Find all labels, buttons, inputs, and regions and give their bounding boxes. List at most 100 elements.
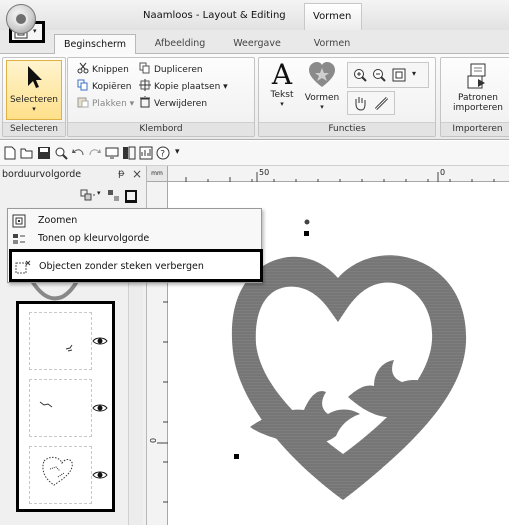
menu-item-zoom[interactable]: Zoomen [8,212,261,230]
stitch-chart-icon[interactable] [139,146,153,160]
print-preview-icon[interactable] [54,146,68,160]
rotate-handle[interactable] [304,219,310,225]
shapes-button[interactable]: Vormen ▾ [302,60,342,120]
zoom-dropdown-chevron-icon[interactable]: ▾ [412,69,416,78]
context-tab-group: Vormen [304,3,362,30]
text-label: Tekst [270,90,294,100]
monitor-icon[interactable] [105,146,119,160]
app-menu-icon[interactable] [6,4,36,34]
list-item[interactable] [29,379,92,437]
zoom-buttons: ▾ [347,62,429,88]
import-group: Patronen importeren Importeren [440,57,509,137]
hide-objects-icon [15,260,31,274]
arrow-cursor-icon [28,66,42,88]
ruler-unit: mm [147,166,168,182]
import-label-line1: Patronen [457,93,499,103]
thumbnail-image [42,456,73,486]
ribbon-tabs: Beginscherm Afbeelding Weergave Vormen [0,30,509,55]
list-item[interactable] [29,446,92,504]
hand-icon[interactable] [353,96,367,111]
qat-customize-chevron-icon[interactable]: ▾ [175,147,180,157]
zoom-icon [12,214,26,228]
delete-button[interactable]: Verwijderen [139,96,207,112]
tab-vormen[interactable]: Vormen [302,34,362,55]
clipboard-group: Knippen Kopiëren Plakken ▾ Dupliceren Ko… [67,57,255,137]
select-button[interactable]: Selecteren ▾ [6,60,62,120]
svg-text:?: ? [160,150,165,160]
cut-label: Knippen [92,65,129,75]
ruler-label-50: 50 [259,168,270,177]
close-icon[interactable]: × [132,167,142,181]
chevron-down-icon: ▾ [32,105,36,113]
color-order-icon [13,234,25,244]
select-group-label: Selecteren [3,122,65,136]
color-order-icon[interactable] [107,189,121,203]
zoom-fit-icon[interactable] [392,68,408,82]
pin-icon[interactable]: ᵽ [118,168,125,179]
menu-item-color-order[interactable]: Tonen op kleurvolgorde [8,230,261,248]
help-icon[interactable]: ? [156,146,170,160]
copy-place-label: Kopie plaatsen [154,82,221,92]
letter-a-icon: A [271,58,293,91]
frame-icon[interactable] [124,189,138,203]
text-button[interactable]: A Tekst ▾ [264,60,300,120]
quick-access-toolbar: ? ▾ [0,141,509,166]
selection-handle[interactable] [304,231,309,236]
import-patterns-button[interactable]: Patronen importeren [443,60,509,120]
menu-item-hide-unstitched[interactable]: Objecten zonder steken verbergen [9,249,263,282]
paste-button[interactable]: Plakken ▾ [77,96,134,112]
select-group: Selecteren ▾ Selecteren [2,57,66,137]
thumbnail-image [39,401,53,408]
horizontal-ruler-ticks [185,172,495,182]
tab-beginscherm[interactable]: Beginscherm [54,34,136,55]
eye-icon[interactable] [92,403,108,413]
tab-weergave[interactable]: Weergave [222,34,292,55]
ruler-measure-icon[interactable] [374,96,390,111]
zoom-out-icon[interactable] [372,68,386,82]
clipboard-group-label: Klembord [68,122,254,136]
thumbnail-image [65,344,73,352]
title-bar: Naamloos - Layout & Editing Vormen [0,0,509,34]
thumbnail-list [16,301,115,512]
copy-icon [77,79,88,91]
panel-title: borduurvolgorde [2,169,82,180]
panel-scrollbar[interactable] [128,246,143,525]
paste-label: Plakken [92,99,127,109]
new-file-icon[interactable] [3,146,17,160]
copy-place-button[interactable]: Kopie plaatsen ▾ [139,79,228,95]
layout-icon[interactable] [122,146,136,160]
menu-item-hide-unstitched-label: Objecten zonder steken verbergen [39,261,204,272]
panel-toolbar: ▾ [0,183,147,207]
horizontal-ruler: 50 0 [168,166,509,182]
functions-group: A Tekst ▾ Vormen ▾ ▾ Functies [258,57,436,137]
redo-icon[interactable] [88,146,102,160]
chevron-down-icon: ▾ [280,100,284,108]
list-item[interactable] [29,312,92,370]
copy-button[interactable]: Kopiëren [77,79,131,95]
selection-handle[interactable] [234,454,239,459]
duplicate-label: Dupliceren [154,65,203,75]
menu-item-zoom-label: Zoomen [38,215,78,226]
tab-afbeelding[interactable]: Afbeelding [145,34,215,55]
duplicate-button[interactable]: Dupliceren [139,62,203,78]
duplicate-icon [139,62,150,74]
import-label-line2: importeren [453,103,503,113]
context-group-label: Vormen [313,11,352,22]
save-icon[interactable] [37,146,51,160]
undo-icon[interactable] [71,146,85,160]
zoom-in-icon[interactable] [353,68,367,82]
copy-place-icon [139,79,151,91]
import-patterns-icon [467,63,486,89]
eye-icon[interactable] [92,470,108,480]
open-folder-icon[interactable] [20,146,34,160]
cut-button[interactable]: Knippen [77,62,129,78]
copy-label: Kopiëren [92,82,132,92]
eye-icon[interactable] [92,336,108,346]
functions-group-label: Functies [259,122,435,136]
menu-item-color-order-label: Tonen op kleurvolgorde [38,233,150,244]
import-group-label: Importeren [441,122,509,136]
paste-icon [77,97,89,108]
group-dropdown-chevron-icon[interactable]: ▾ [97,189,101,197]
view-mode-chevron-icon: ▾ [33,27,37,35]
group-icon[interactable] [80,189,96,203]
